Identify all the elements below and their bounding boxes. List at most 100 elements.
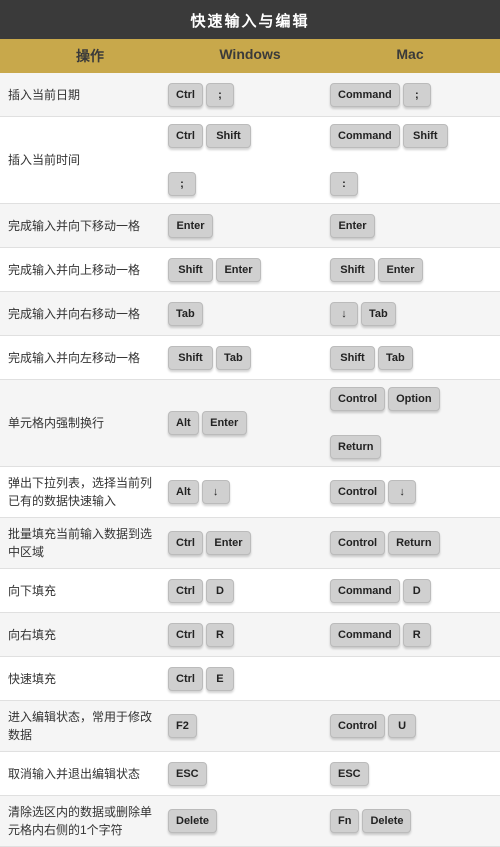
- op-col: 完成输入并向上移动一格: [8, 261, 168, 279]
- key-badge: Fn: [330, 809, 359, 833]
- key-badge: ESC: [168, 762, 207, 786]
- table-row: 进入编辑状态，常用于修改数据F2 ControlU: [0, 701, 500, 752]
- op-col: 批量填充当前输入数据到选中区域: [8, 525, 168, 561]
- key-badge: Command: [330, 623, 400, 647]
- win-col: AltEnter: [168, 411, 330, 435]
- op-col: 完成输入并向下移动一格: [8, 217, 168, 235]
- table-row: 完成输入并向右移动一格Tab↓Tab: [0, 292, 500, 336]
- key-badge: Ctrl: [168, 623, 203, 647]
- key-badge: E: [206, 667, 234, 691]
- win-col: F2: [168, 714, 330, 738]
- table-row: 插入当前日期Ctrl;Command;: [0, 73, 500, 117]
- key-badge: Shift: [206, 124, 251, 148]
- table-body: 插入当前日期Ctrl;Command;插入当前时间CtrlShift;Comma…: [0, 73, 500, 847]
- key-badge: Control: [330, 387, 385, 411]
- win-col: ShiftTab: [168, 346, 330, 370]
- key-badge: Delete: [362, 809, 411, 833]
- mac-col: ControlU: [330, 714, 492, 738]
- mac-col: Command;: [330, 83, 492, 107]
- win-col: CtrlShift;: [168, 124, 330, 196]
- key-badge: F2: [168, 714, 197, 738]
- key-badge: ;: [168, 172, 196, 196]
- win-col: Enter: [168, 214, 330, 238]
- key-badge: Delete: [168, 809, 217, 833]
- key-badge: Control: [330, 714, 385, 738]
- win-col: CtrlR: [168, 623, 330, 647]
- key-badge: ;: [403, 83, 431, 107]
- op-col: 清除选区内的数据或删除单元格内右侧的1个字符: [8, 803, 168, 839]
- mac-col: ControlReturn: [330, 531, 492, 555]
- key-badge: Alt: [168, 480, 199, 504]
- mac-col: Enter: [330, 214, 492, 238]
- key-badge: Tab: [216, 346, 251, 370]
- win-col: CtrlE: [168, 667, 330, 691]
- key-badge: Command: [330, 124, 400, 148]
- table-row: 弹出下拉列表，选择当前列已有的数据快速输入Alt↓Control↓: [0, 467, 500, 518]
- mac-col: ShiftTab: [330, 346, 492, 370]
- key-badge: ;: [206, 83, 234, 107]
- key-badge: Ctrl: [168, 531, 203, 555]
- op-col: 完成输入并向右移动一格: [8, 305, 168, 323]
- win-col: CtrlEnter: [168, 531, 330, 555]
- key-badge: Shift: [168, 258, 213, 282]
- mac-col: CommandD: [330, 579, 492, 603]
- key-badge: ↓: [330, 302, 358, 326]
- table-row: 向右填充CtrlRCommandR: [0, 613, 500, 657]
- op-col: 弹出下拉列表，选择当前列已有的数据快速输入: [8, 474, 168, 510]
- key-badge: Ctrl: [168, 579, 203, 603]
- key-badge: Enter: [330, 214, 375, 238]
- key-badge: Tab: [378, 346, 413, 370]
- key-badge: Option: [388, 387, 439, 411]
- mac-col: ControlOptionReturn: [330, 387, 492, 459]
- win-col: CtrlD: [168, 579, 330, 603]
- key-badge: Tab: [361, 302, 396, 326]
- table-row: 单元格内强制换行AltEnterControlOptionReturn: [0, 380, 500, 467]
- table-row: 完成输入并向左移动一格ShiftTabShiftTab: [0, 336, 500, 380]
- key-badge: Enter: [216, 258, 261, 282]
- key-badge: Command: [330, 83, 400, 107]
- op-col: 进入编辑状态，常用于修改数据: [8, 708, 168, 744]
- mac-col: Control↓: [330, 480, 492, 504]
- key-badge: Control: [330, 531, 385, 555]
- op-col: 取消输入并退出编辑状态: [8, 765, 168, 783]
- table-row: 插入当前时间CtrlShift;Command Shift:: [0, 117, 500, 204]
- op-col: 向右填充: [8, 626, 168, 644]
- key-badge: ↓: [388, 480, 416, 504]
- key-badge: D: [403, 579, 431, 603]
- key-badge: D: [206, 579, 234, 603]
- key-badge: Ctrl: [168, 124, 203, 148]
- header-mac: Mac: [330, 46, 490, 66]
- key-badge: Shift: [330, 346, 375, 370]
- mac-col: FnDelete: [330, 809, 492, 833]
- op-col: 向下填充: [8, 582, 168, 600]
- key-badge: Enter: [168, 214, 213, 238]
- win-col: ShiftEnter: [168, 258, 330, 282]
- mac-col: CommandR: [330, 623, 492, 647]
- table-header: 操作 Windows Mac: [0, 39, 500, 73]
- key-badge: R: [206, 623, 234, 647]
- op-col: 插入当前时间: [8, 151, 168, 169]
- win-col: Ctrl;: [168, 83, 330, 107]
- key-badge: :: [330, 172, 358, 196]
- win-col: ESC: [168, 762, 330, 786]
- win-col: Delete: [168, 809, 330, 833]
- key-badge: Enter: [378, 258, 423, 282]
- mac-col: ↓Tab: [330, 302, 492, 326]
- key-badge: ↓: [202, 480, 230, 504]
- header-win: Windows: [170, 46, 330, 66]
- key-badge: Tab: [168, 302, 203, 326]
- win-col: Alt↓: [168, 480, 330, 504]
- mac-col: ShiftEnter: [330, 258, 492, 282]
- table-row: 批量填充当前输入数据到选中区域CtrlEnterControlReturn: [0, 518, 500, 569]
- key-badge: Enter: [206, 531, 251, 555]
- header-op: 操作: [10, 46, 170, 66]
- key-badge: Control: [330, 480, 385, 504]
- key-badge: Command: [330, 579, 400, 603]
- key-badge: Ctrl: [168, 83, 203, 107]
- key-badge: Shift: [330, 258, 375, 282]
- key-badge: R: [403, 623, 431, 647]
- key-badge: U: [388, 714, 416, 738]
- table-row: 向下填充CtrlDCommandD: [0, 569, 500, 613]
- op-col: 插入当前日期: [8, 86, 168, 104]
- op-col: 完成输入并向左移动一格: [8, 349, 168, 367]
